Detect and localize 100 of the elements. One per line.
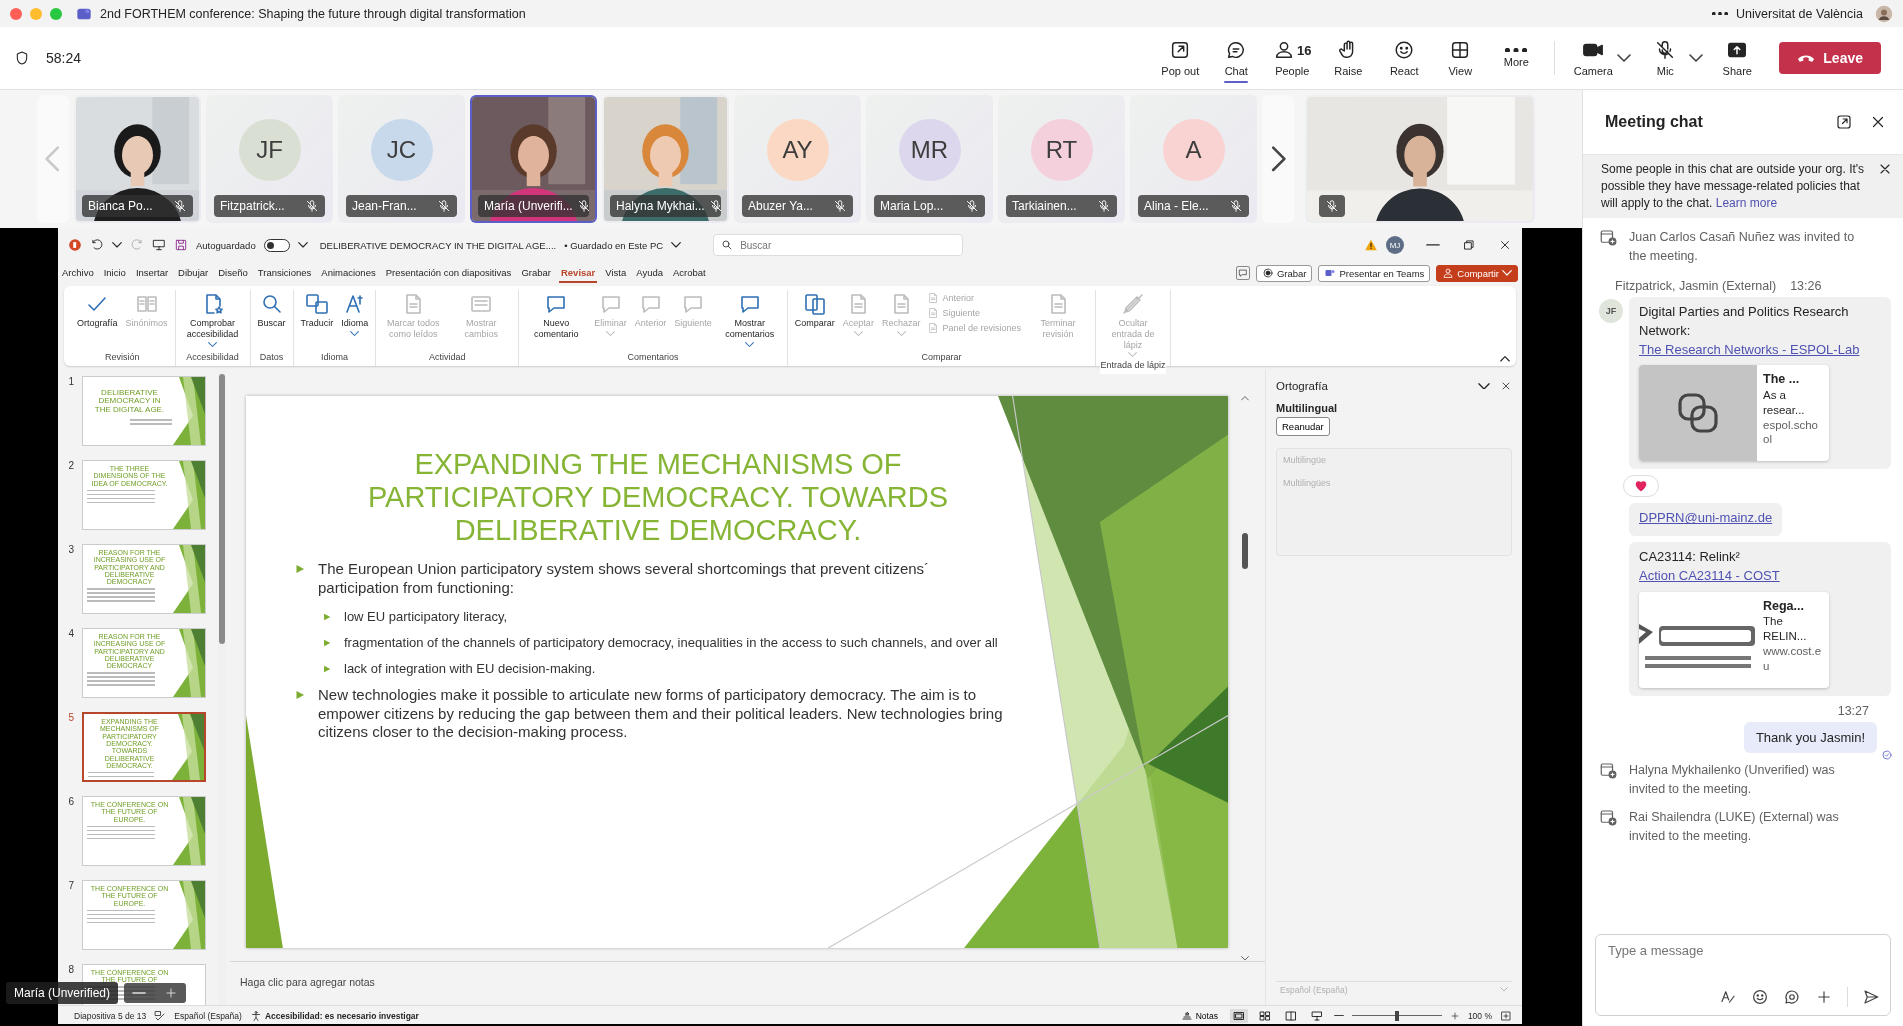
collapse-icon[interactable] [1500,356,1510,362]
emoji-icon[interactable] [1751,988,1769,1006]
search-field[interactable]: Buscar [713,234,964,256]
chevron-icon[interactable] [671,242,682,248]
undo-icon[interactable] [90,238,104,252]
ribbon-tab[interactable]: Grabar [519,263,553,283]
chevron-icon[interactable] [1689,54,1704,62]
zoom-level[interactable]: 100 % [1467,1010,1492,1021]
link-preview-card[interactable]: Rega... The RELIN... www.cost.eu [1639,591,1829,688]
participant-tile[interactable]: Bianca Po... [74,95,201,223]
format-icon[interactable] [1719,988,1737,1006]
reaction-badge[interactable] [1623,475,1659,498]
ribbon-button[interactable]: Comparar [791,290,838,331]
view-button[interactable] [1229,1008,1248,1023]
camera-button[interactable]: Camera [1565,30,1622,86]
language-label[interactable]: Español (España) [174,1010,242,1021]
spelling-icon[interactable] [154,1009,167,1022]
participant-tile[interactable]: MR Maria Lop... [866,95,993,223]
learn-more-link[interactable]: Learn more [1715,196,1778,211]
notes-button[interactable]: Notas [1176,1009,1222,1022]
ribbon-button[interactable]: Buscar [254,290,289,331]
shapes-drawing [173,377,205,445]
share-button[interactable]: Share [1709,30,1766,86]
toolbar-button[interactable]: Pop out [1152,30,1209,86]
link-preview-card[interactable]: The ... As a resear... espol.school [1639,365,1829,462]
chevron-icon[interactable] [1617,54,1632,62]
user-avatar[interactable]: MJ [1386,236,1404,254]
ribbon-button[interactable]: Mostrar comentarios [716,290,783,349]
minimize-icon[interactable] [1426,244,1440,246]
participant-tile[interactable]: JC Jean-Fran... [338,95,465,223]
avatar-icon[interactable] [1875,4,1893,23]
comments-icon[interactable] [1235,266,1250,280]
zoom-in-icon[interactable] [1449,1010,1460,1021]
ribbon-button[interactable]: Comprobar accesibilidad [179,290,246,349]
ribbon-button[interactable]: Nuevo comentario [523,290,590,342]
zoom-out-icon[interactable] [1333,1014,1344,1017]
scrollbar-thumb[interactable] [1242,532,1248,569]
toolbar-button[interactable]: More [1488,30,1545,86]
scrollbar[interactable] [1240,396,1250,961]
popout-icon[interactable] [1835,113,1853,131]
participant-tile[interactable]: JF Fitzpatrick... [206,95,333,223]
present-icon[interactable] [152,238,166,252]
participant-tile[interactable]: RT Tarkiainen... [998,95,1125,223]
calendar-icon [1599,760,1617,779]
participant-tile[interactable]: A Alina - Ele... [1130,95,1257,223]
participant-tile[interactable]: AY Abuzer Ya... [734,95,861,223]
save-status[interactable]: • Guardado en Este PC [564,239,664,251]
accessibility-status[interactable]: Accesibilidad: es necesario investigar [249,1009,419,1022]
message-link[interactable]: DPPRN@uni-mainz.de [1639,510,1773,526]
close-icon[interactable] [1498,238,1512,252]
ribbon-tab[interactable]: Revisar [558,263,598,283]
toolbar-button[interactable]: React [1376,30,1433,86]
ribbon-tab[interactable]: Diseño [216,263,250,283]
sticker-icon[interactable] [1783,988,1801,1006]
participant-tile[interactable]: María (Unverifi... [470,95,597,223]
ribbon-button[interactable]: Ortografía [74,290,121,331]
autosave-toggle[interactable] [263,238,290,252]
ribbon-tab[interactable]: Vista [603,263,629,283]
chevron-icon[interactable] [112,242,122,248]
leave-button[interactable]: Leave [1779,42,1881,74]
save-icon[interactable] [174,238,188,252]
message-field[interactable]: Type a message [1608,943,1880,958]
close-icon[interactable] [1500,380,1512,392]
ribbon-tab[interactable]: Archivo [60,263,96,283]
toolbar-button[interactable]: Chat [1208,30,1265,86]
fit-icon[interactable] [1500,1009,1512,1022]
ribbon-tab[interactable]: Insertar [133,263,171,283]
mic-button[interactable]: Mic [1637,30,1694,86]
scrollbar-thumb[interactable] [219,374,225,644]
ribbon-button[interactable]: Traducir [297,290,337,331]
toolbar-button[interactable]: 16 People [1264,30,1321,86]
zoom-slider[interactable] [1394,1010,1399,1021]
toolbar-button[interactable]: View [1432,30,1489,86]
chevron-icon [1502,270,1512,276]
ribbon-tab[interactable]: Ayuda [634,263,665,283]
ribbon-button[interactable]: Idioma [338,290,372,338]
restore-icon[interactable] [1462,238,1476,252]
present-button[interactable]: Presentar en Teams [1318,264,1431,282]
resume-button[interactable]: Reanudar [1276,417,1330,436]
event-text: Rai Shailendra (LUKE) (External) was invited to the meeting. [1629,808,1840,846]
warning-icon[interactable] [1364,238,1378,252]
ribbon-tab[interactable]: Dibujar [176,263,211,283]
share-button[interactable]: Compartir [1436,264,1518,282]
message-link[interactable]: The Research Networks - ESPOL-Lab [1639,341,1860,357]
message-link[interactable]: Action CA23114 - COST [1639,568,1780,584]
ribbon-tab[interactable]: Transiciones [255,263,314,283]
toolbar-button[interactable]: Raise [1320,30,1377,86]
ribbon-tab[interactable]: Animaciones [319,263,378,283]
participant-tile[interactable]: Halyna Mykhai... [602,95,729,223]
ribbon-tab[interactable]: Inicio [101,263,128,283]
more-icon[interactable] [1712,11,1729,16]
chevron-icon[interactable] [1478,382,1490,390]
scroll-right-button[interactable] [1262,95,1294,223]
ribbon-tab[interactable]: Acrobat [671,263,708,283]
plus-icon[interactable] [1815,988,1833,1006]
customize-icon[interactable] [297,242,308,248]
send-icon[interactable] [1862,988,1880,1006]
record-button[interactable]: Grabar [1255,264,1313,282]
ribbon-tab[interactable]: Presentación con diapositivas [383,263,514,283]
close-button[interactable] [10,7,22,20]
